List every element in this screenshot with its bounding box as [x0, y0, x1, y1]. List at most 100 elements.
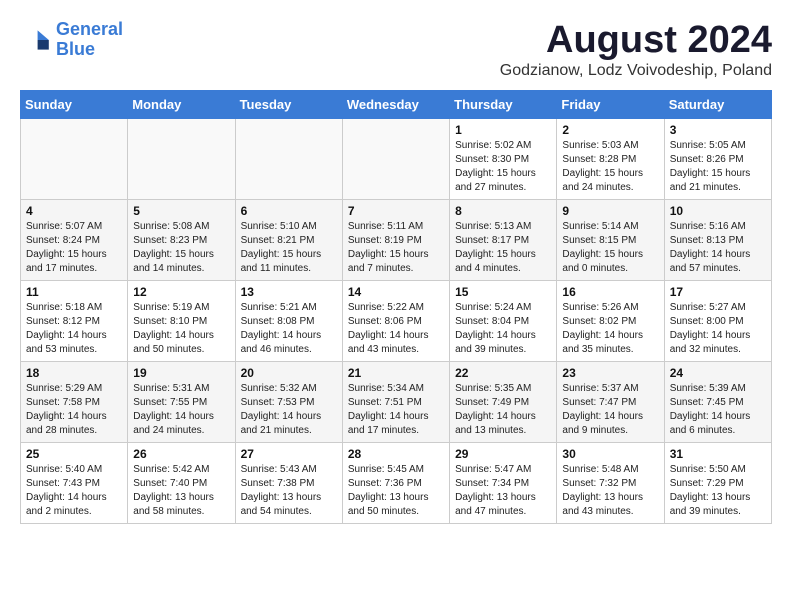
- day-number: 11: [26, 285, 122, 299]
- calendar-week-1: 1 Sunrise: 5:02 AM Sunset: 8:30 PM Daylig…: [21, 118, 772, 199]
- day-info: Sunrise: 5:32 AM Sunset: 7:53 PM Dayligh…: [241, 382, 337, 438]
- calendar-cell: 21Sunrise: 5:34 AM Sunset: 7:51 PM Dayli…: [342, 361, 449, 442]
- calendar-cell: 9Sunrise: 5:14 AM Sunset: 8:15 PM Daylig…: [557, 199, 664, 280]
- calendar-cell: 24 Sunrise: 5:39 AM Sunset: 7:45 PM Dayli…: [664, 361, 771, 442]
- day-number: 10: [670, 204, 766, 218]
- day-info: Sunrise: 5:39 AM Sunset: 7:45 PM Dayligh…: [670, 382, 766, 438]
- day-number: 15: [455, 285, 551, 299]
- calendar-cell: 6 Sunrise: 5:10 AM Sunset: 8:21 PM Daylig…: [235, 199, 342, 280]
- calendar-cell: 14 Sunrise: 5:22 AM Sunset: 8:06 PM Dayli…: [342, 280, 449, 361]
- calendar-cell: 10Sunrise: 5:16 AM Sunset: 8:13 PM Dayli…: [664, 199, 771, 280]
- day-info: Sunrise: 5:21 AM Sunset: 8:08 PM Dayligh…: [241, 301, 337, 357]
- day-header-monday: Monday: [128, 90, 235, 118]
- day-info: Sunrise: 5:50 AM Sunset: 7:29 PM Dayligh…: [670, 463, 766, 519]
- day-info: Sunrise: 5:48 AM Sunset: 7:32 PM Dayligh…: [562, 463, 658, 519]
- day-info: Sunrise: 5:40 AM Sunset: 7:43 PM Dayligh…: [26, 463, 122, 519]
- calendar-cell: 15 Sunrise: 5:24 AM Sunset: 8:04 PM Dayli…: [450, 280, 557, 361]
- calendar-cell: 23 Sunrise: 5:37 AM Sunset: 7:47 PM Dayli…: [557, 361, 664, 442]
- page-title: August 2024: [500, 20, 772, 62]
- day-info: Sunrise: 5:22 AM Sunset: 8:06 PM Dayligh…: [348, 301, 444, 357]
- day-number: 29: [455, 447, 551, 461]
- calendar-cell: 5 Sunrise: 5:08 AM Sunset: 8:23 PM Daylig…: [128, 199, 235, 280]
- day-header-saturday: Saturday: [664, 90, 771, 118]
- calendar-week-4: 18 Sunrise: 5:29 AM Sunset: 7:58 PM Dayli…: [21, 361, 772, 442]
- day-number: 14: [348, 285, 444, 299]
- day-info: Sunrise: 5:31 AM Sunset: 7:55 PM Dayligh…: [133, 382, 229, 438]
- day-info: Sunrise: 5:11 AM Sunset: 8:19 PM Dayligh…: [348, 220, 444, 276]
- day-header-tuesday: Tuesday: [235, 90, 342, 118]
- calendar-cell: 2 Sunrise: 5:03 AM Sunset: 8:28 PM Daylig…: [557, 118, 664, 199]
- day-number: 27: [241, 447, 337, 461]
- day-info: Sunrise: 5:47 AM Sunset: 7:34 PM Dayligh…: [455, 463, 551, 519]
- calendar-cell: 16 Sunrise: 5:26 AM Sunset: 8:02 PM Dayli…: [557, 280, 664, 361]
- calendar-cell: 17Sunrise: 5:27 AM Sunset: 8:00 PM Dayli…: [664, 280, 771, 361]
- day-header-friday: Friday: [557, 90, 664, 118]
- day-info: Sunrise: 5:45 AM Sunset: 7:36 PM Dayligh…: [348, 463, 444, 519]
- day-number: 18: [26, 366, 122, 380]
- calendar-cell: 26 Sunrise: 5:42 AM Sunset: 7:40 PM Dayli…: [128, 442, 235, 523]
- day-number: 26: [133, 447, 229, 461]
- day-number: 8: [455, 204, 551, 218]
- logo-icon: [20, 24, 52, 56]
- day-info: Sunrise: 5:10 AM Sunset: 8:21 PM Dayligh…: [241, 220, 337, 276]
- day-info: Sunrise: 5:05 AM Sunset: 8:26 PM Dayligh…: [670, 139, 766, 195]
- calendar-cell: 12Sunrise: 5:19 AM Sunset: 8:10 PM Dayli…: [128, 280, 235, 361]
- day-info: Sunrise: 5:08 AM Sunset: 8:23 PM Dayligh…: [133, 220, 229, 276]
- calendar-cell: [342, 118, 449, 199]
- day-number: 16: [562, 285, 658, 299]
- day-number: 20: [241, 366, 337, 380]
- calendar-cell: 25Sunrise: 5:40 AM Sunset: 7:43 PM Dayli…: [21, 442, 128, 523]
- day-number: 31: [670, 447, 766, 461]
- day-number: 7: [348, 204, 444, 218]
- calendar-header-row: SundayMondayTuesdayWednesdayThursdayFrid…: [21, 90, 772, 118]
- day-number: 9: [562, 204, 658, 218]
- day-header-thursday: Thursday: [450, 90, 557, 118]
- calendar-cell: 31 Sunrise: 5:50 AM Sunset: 7:29 PM Dayli…: [664, 442, 771, 523]
- day-info: Sunrise: 5:43 AM Sunset: 7:38 PM Dayligh…: [241, 463, 337, 519]
- calendar-cell: 22Sunrise: 5:35 AM Sunset: 7:49 PM Dayli…: [450, 361, 557, 442]
- day-number: 3: [670, 123, 766, 137]
- title-block: August 2024 Godzianow, Lodz Voivodeship,…: [500, 20, 772, 80]
- page-header: General Blue August 2024 Godzianow, Lodz…: [20, 20, 772, 80]
- calendar-cell: 13 Sunrise: 5:21 AM Sunset: 8:08 PM Dayli…: [235, 280, 342, 361]
- calendar-cell: 1 Sunrise: 5:02 AM Sunset: 8:30 PM Daylig…: [450, 118, 557, 199]
- day-info: Sunrise: 5:02 AM Sunset: 8:30 PM Dayligh…: [455, 139, 551, 195]
- calendar-body: 1 Sunrise: 5:02 AM Sunset: 8:30 PM Daylig…: [21, 118, 772, 523]
- calendar-cell: 8 Sunrise: 5:13 AM Sunset: 8:17 PM Daylig…: [450, 199, 557, 280]
- day-info: Sunrise: 5:03 AM Sunset: 8:28 PM Dayligh…: [562, 139, 658, 195]
- day-info: Sunrise: 5:18 AM Sunset: 8:12 PM Dayligh…: [26, 301, 122, 357]
- logo: General Blue: [20, 20, 123, 60]
- day-info: Sunrise: 5:07 AM Sunset: 8:24 PM Dayligh…: [26, 220, 122, 276]
- calendar-cell: 19 Sunrise: 5:31 AM Sunset: 7:55 PM Dayli…: [128, 361, 235, 442]
- day-number: 19: [133, 366, 229, 380]
- calendar-table: SundayMondayTuesdayWednesdayThursdayFrid…: [20, 90, 772, 524]
- day-info: Sunrise: 5:26 AM Sunset: 8:02 PM Dayligh…: [562, 301, 658, 357]
- calendar-cell: [128, 118, 235, 199]
- day-info: Sunrise: 5:35 AM Sunset: 7:49 PM Dayligh…: [455, 382, 551, 438]
- day-info: Sunrise: 5:42 AM Sunset: 7:40 PM Dayligh…: [133, 463, 229, 519]
- day-number: 30: [562, 447, 658, 461]
- day-number: 23: [562, 366, 658, 380]
- day-number: 17: [670, 285, 766, 299]
- day-header-wednesday: Wednesday: [342, 90, 449, 118]
- day-header-sunday: Sunday: [21, 90, 128, 118]
- calendar-week-5: 25Sunrise: 5:40 AM Sunset: 7:43 PM Dayli…: [21, 442, 772, 523]
- day-info: Sunrise: 5:37 AM Sunset: 7:47 PM Dayligh…: [562, 382, 658, 438]
- day-number: 4: [26, 204, 122, 218]
- day-info: Sunrise: 5:29 AM Sunset: 7:58 PM Dayligh…: [26, 382, 122, 438]
- day-number: 5: [133, 204, 229, 218]
- day-info: Sunrise: 5:24 AM Sunset: 8:04 PM Dayligh…: [455, 301, 551, 357]
- day-number: 2: [562, 123, 658, 137]
- day-number: 6: [241, 204, 337, 218]
- calendar-cell: [235, 118, 342, 199]
- day-number: 28: [348, 447, 444, 461]
- calendar-cell: 29 Sunrise: 5:47 AM Sunset: 7:34 PM Dayli…: [450, 442, 557, 523]
- day-number: 12: [133, 285, 229, 299]
- day-number: 1: [455, 123, 551, 137]
- day-info: Sunrise: 5:13 AM Sunset: 8:17 PM Dayligh…: [455, 220, 551, 276]
- day-number: 24: [670, 366, 766, 380]
- day-number: 13: [241, 285, 337, 299]
- calendar-cell: 27 Sunrise: 5:43 AM Sunset: 7:38 PM Dayli…: [235, 442, 342, 523]
- day-number: 21: [348, 366, 444, 380]
- calendar-cell: 30 Sunrise: 5:48 AM Sunset: 7:32 PM Dayli…: [557, 442, 664, 523]
